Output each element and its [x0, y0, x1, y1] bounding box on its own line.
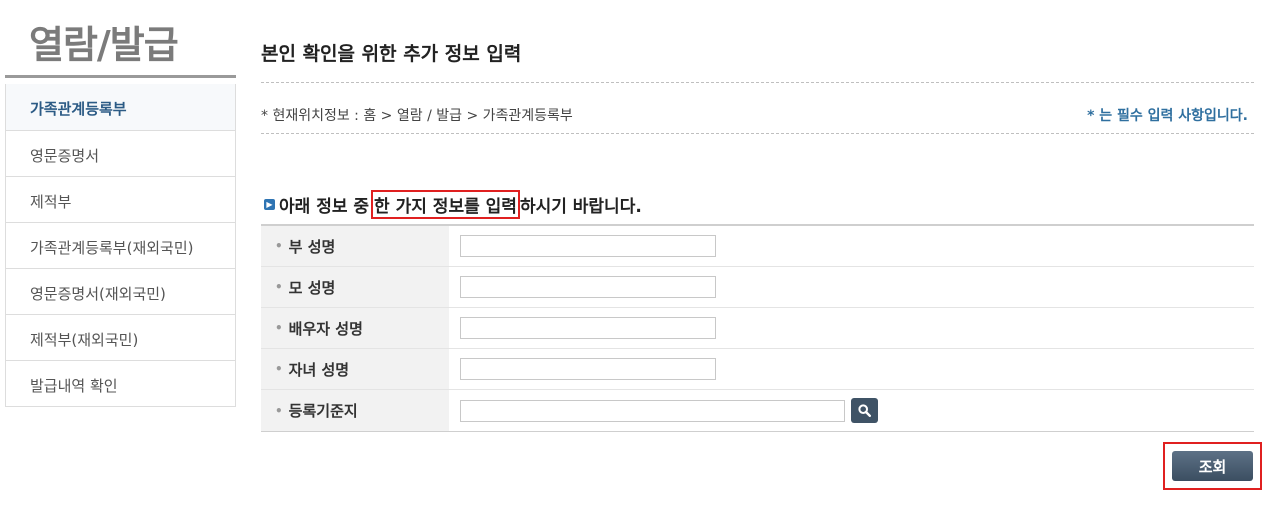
sidebar-title: 열람/발급 — [5, 0, 236, 78]
father-name-input[interactable] — [460, 235, 716, 257]
mother-name-input[interactable] — [460, 276, 716, 298]
sidebar-item-english-certificate-overseas[interactable]: 영문증명서(재외국민) — [6, 268, 235, 314]
sidebar-item-removed-register-overseas[interactable]: 제적부(재외국민) — [6, 314, 235, 360]
field-label: 부 성명 — [288, 237, 336, 256]
search-submit-button[interactable]: 조회 — [1172, 451, 1253, 481]
sidebar-item-family-register-overseas[interactable]: 가족관계등록부(재외국민) — [6, 222, 235, 268]
form-row-registration-base: • 등록기준지 — [261, 390, 1254, 432]
bullet-icon: • — [275, 280, 283, 294]
sidebar-item-removed-register[interactable]: 제적부 — [6, 176, 235, 222]
bullet-icon: • — [275, 362, 283, 376]
sidebar-item-issuance-history[interactable]: 발급내역 확인 — [6, 360, 235, 406]
page-title: 본인 확인을 위한 추가 정보 입력 — [261, 43, 522, 65]
breadcrumb: * 현재위치정보 : 홈 > 열람 / 발급 > 가족관계등록부 — [261, 108, 573, 124]
child-name-input[interactable] — [460, 358, 716, 380]
divider — [261, 133, 1254, 134]
instruction-suffix: 하시기 바랍니다. — [519, 197, 642, 217]
bullet-icon: • — [275, 403, 283, 418]
sidebar: 열람/발급 가족관계등록부 영문증명서 제적부 가족관계등록부(재외국민) 영문… — [5, 0, 236, 407]
field-label: 등록기준지 — [288, 402, 358, 420]
form-row-father: • 부 성명 — [261, 226, 1254, 267]
bullet-icon: • — [275, 239, 283, 253]
arrow-bullet-icon: ▶ — [264, 199, 275, 210]
instruction: ▶ 아래 정보 중 한 가지 정보를 입력 하시기 바랍니다. — [264, 190, 642, 219]
sidebar-menu: 가족관계등록부 영문증명서 제적부 가족관계등록부(재외국민) 영문증명서(재외… — [5, 84, 236, 407]
form-row-mother: • 모 성명 — [261, 267, 1254, 308]
address-search-button[interactable] — [851, 398, 878, 423]
divider — [261, 82, 1254, 83]
spouse-name-input[interactable] — [460, 317, 716, 339]
registration-base-input[interactable] — [460, 399, 845, 422]
required-note: * 는 필수 입력 사항입니다. — [1087, 108, 1248, 124]
submit-highlight: 조회 — [1163, 442, 1262, 490]
instruction-prefix: 아래 정보 중 — [279, 197, 370, 217]
form-row-child: • 자녀 성명 — [261, 349, 1254, 390]
field-label: 모 성명 — [288, 278, 336, 297]
instruction-highlight: 한 가지 정보를 입력 — [371, 190, 520, 219]
bullet-icon: • — [275, 321, 283, 335]
field-label: 배우자 성명 — [288, 319, 363, 338]
sidebar-item-family-register[interactable]: 가족관계등록부 — [6, 84, 235, 130]
form-row-spouse: • 배우자 성명 — [261, 308, 1254, 349]
search-icon — [858, 404, 871, 417]
sidebar-item-english-certificate[interactable]: 영문증명서 — [6, 130, 235, 176]
field-label: 자녀 성명 — [288, 360, 350, 379]
info-form: • 부 성명 • 모 성명 • 배우자 성명 • 자녀 성명 • 등록기준지 — [261, 224, 1254, 432]
